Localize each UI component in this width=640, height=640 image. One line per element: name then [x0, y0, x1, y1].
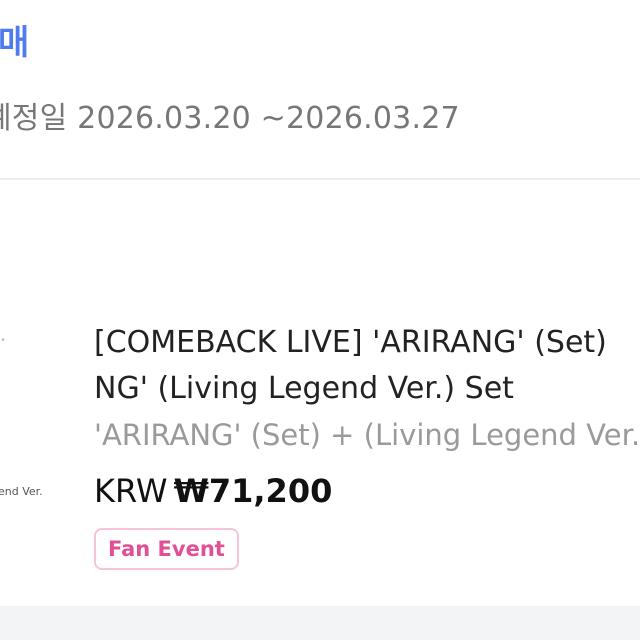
product-title[interactable]: [COMEBACK LIVE] 'ARIRANG' (Set) NG' (Liv… [94, 320, 640, 412]
price-currency: KRW [94, 472, 168, 510]
thumbnail-caption: end Ver. [0, 485, 43, 498]
product-title-line-1: [COMEBACK LIVE] 'ARIRANG' (Set) [94, 325, 607, 360]
schedule-line: 예정일 2026.03.20 ~2026.03.27 [0, 104, 460, 134]
product-title-line-2: NG' (Living Legend Ver.) Set [94, 371, 514, 406]
fan-event-badge: Fan Event [94, 528, 239, 570]
product-subtitle: 'ARIRANG' (Set) + (Living Legend Ver.) [94, 418, 640, 452]
product-thumbnail[interactable]: • end Ver. [0, 290, 43, 540]
thumbnail-mark-icon: • [0, 335, 6, 346]
price-value: ₩71,200 [173, 472, 333, 510]
price-row: KRW ₩71,200 [94, 472, 332, 510]
schedule-range: 2026.03.20 ~2026.03.27 [77, 101, 460, 136]
status-title: 매 [0, 23, 30, 63]
bottom-strip [0, 606, 640, 640]
schedule-label: 예정일 [0, 101, 68, 136]
header-divider [0, 178, 640, 180]
product-detail-page: 매 예정일 2026.03.20 ~2026.03.27 • end Ver. … [0, 0, 640, 640]
